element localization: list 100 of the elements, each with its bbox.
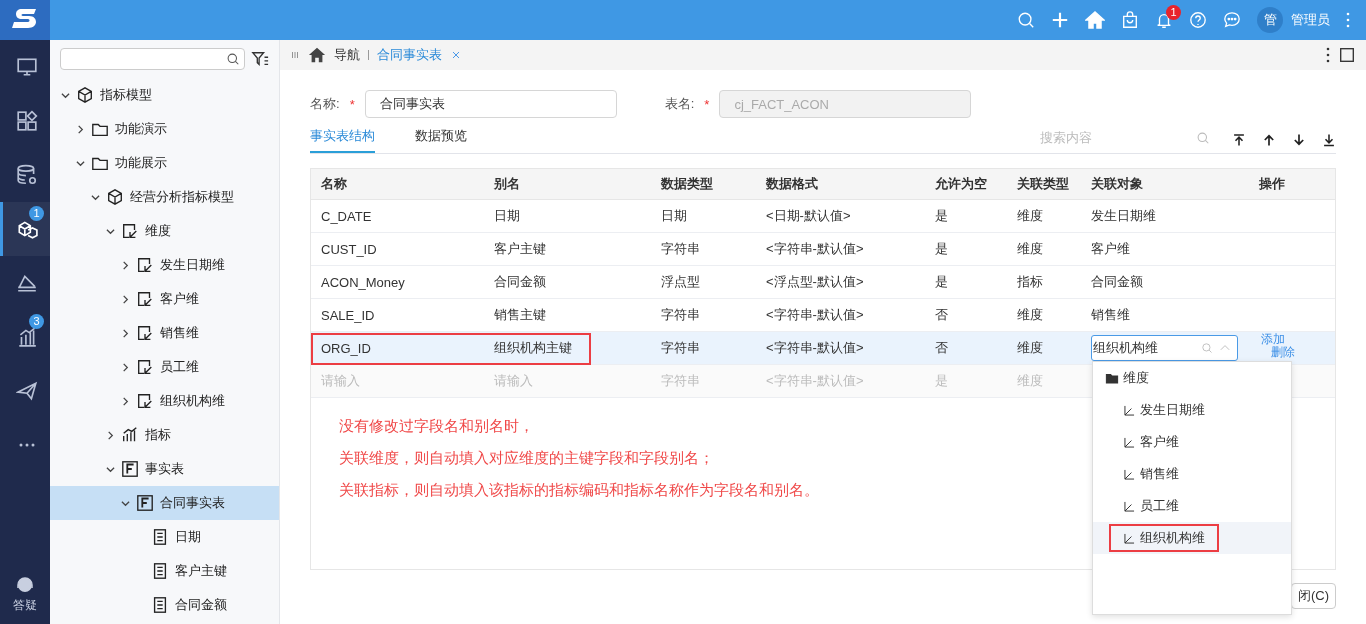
column-header: 名称 bbox=[320, 175, 348, 193]
search-icon bbox=[1196, 131, 1210, 145]
table-cell-text: 销售维 bbox=[1090, 306, 1131, 324]
tree-item[interactable]: 合同事实表 bbox=[50, 486, 279, 520]
plus-icon bbox=[1051, 11, 1069, 29]
table-cell-text: <浮点型-默认值> bbox=[765, 273, 865, 291]
tab[interactable]: 事实表结构 bbox=[310, 127, 375, 153]
annotation-text: 关联维度，则自动填入对应维度的主键字段和字段别名； bbox=[339, 448, 714, 468]
page-tab[interactable]: 合同事实表 bbox=[377, 46, 442, 64]
user-avatar[interactable]: 管 bbox=[1257, 7, 1283, 33]
tree-item[interactable]: 经营分析指标模型 bbox=[50, 180, 279, 214]
table-cell-text: <字符串-默认值> bbox=[765, 372, 865, 390]
tree-item[interactable]: 客户主键 bbox=[50, 554, 279, 588]
table-row[interactable]: CUST_ID 客户主键 字符串 <字符串-默认值> 是 维度 客户维 bbox=[311, 233, 1335, 266]
tree-label: 日期 bbox=[175, 528, 201, 546]
tree-label: 功能展示 bbox=[115, 154, 167, 172]
column-header: 别名 bbox=[493, 175, 521, 193]
maximize-icon bbox=[1338, 46, 1356, 64]
tree-item[interactable]: 事实表 bbox=[50, 452, 279, 486]
table-cell-text: 发生日期维 bbox=[1090, 207, 1157, 225]
search-icon bbox=[1017, 11, 1035, 29]
tree-label: 功能演示 bbox=[115, 120, 167, 138]
close-button[interactable]: 闭(C) bbox=[1290, 583, 1336, 609]
table-cell-text: 维度 bbox=[1016, 339, 1044, 357]
table-cell-text: 否 bbox=[934, 306, 949, 324]
cube-icon bbox=[76, 86, 94, 104]
search-icon bbox=[226, 52, 240, 66]
tree-label: 维度 bbox=[145, 222, 171, 240]
search-field[interactable] bbox=[60, 48, 245, 70]
table-cell-text: ACON_Money bbox=[320, 274, 406, 290]
shopping-bag-icon bbox=[1121, 11, 1139, 29]
move-top-icon bbox=[1232, 133, 1246, 147]
count-badge: 3 bbox=[29, 314, 44, 329]
table-cell-text: 字符串 bbox=[660, 240, 701, 258]
required-mark: * bbox=[349, 96, 355, 112]
move-bottom-icon bbox=[1322, 133, 1336, 147]
tree-label: 员工维 bbox=[160, 358, 199, 376]
column-header: 关联类型 bbox=[1016, 175, 1070, 193]
table-cell-text: <字符串-默认值> bbox=[765, 339, 865, 357]
tree-label: 指标 bbox=[145, 426, 171, 444]
table-row[interactable]: ORG_ID 组织机构主键 字符串 <字符串-默认值> 否 维度 组织机构维 添加 删除 bbox=[311, 332, 1335, 365]
tree-item[interactable]: 指标模型 bbox=[50, 78, 279, 112]
tree-item[interactable]: 日期 bbox=[50, 520, 279, 554]
dropdown-item[interactable]: 客户维 bbox=[1093, 426, 1291, 458]
nav-link[interactable]: 导航 bbox=[334, 46, 360, 64]
count-badge: 1 bbox=[29, 206, 44, 221]
tree-item[interactable]: 组织机构维 bbox=[50, 384, 279, 418]
chevron-right-icon bbox=[120, 396, 130, 406]
name-field[interactable]: 合同事实表 bbox=[364, 90, 617, 118]
help-label[interactable]: 答疑 bbox=[13, 597, 37, 614]
annotation-text: 没有修改过字段名和别名时， bbox=[339, 416, 534, 436]
dimension-icon bbox=[136, 358, 154, 376]
tree-item[interactable]: 员工维 bbox=[50, 350, 279, 384]
cube-icon bbox=[106, 188, 124, 206]
more-vertical-icon[interactable] bbox=[1326, 47, 1330, 63]
tree-label: 发生日期维 bbox=[160, 256, 225, 274]
table-row[interactable]: ACON_Money 合同金额 浮点型 <浮点型-默认值> 是 指标 合同金额 bbox=[311, 266, 1335, 299]
dimension-icon bbox=[1123, 403, 1136, 417]
metric-icon bbox=[121, 426, 139, 444]
dropdown-item[interactable]: 员工维 bbox=[1093, 490, 1291, 522]
dimension-icon bbox=[136, 290, 154, 308]
tree-item[interactable]: 客户维 bbox=[50, 282, 279, 316]
tree-item[interactable]: 发生日期维 bbox=[50, 248, 279, 282]
tree-item[interactable]: 合同金额 bbox=[50, 588, 279, 622]
table-cell-text: 客户主键 bbox=[493, 240, 547, 258]
table-cell-text: 合同金额 bbox=[1090, 273, 1144, 291]
table-cell-text: 销售主键 bbox=[493, 306, 547, 324]
dimension-icon bbox=[1123, 531, 1136, 545]
table-cell-text: 否 bbox=[934, 339, 949, 357]
arrow-up-icon bbox=[1262, 133, 1276, 147]
table-cell-text: 是 bbox=[934, 372, 949, 390]
related-object-combobox[interactable]: 组织机构维 bbox=[1091, 335, 1238, 361]
table-cell-text: SALE_ID bbox=[320, 307, 376, 323]
tree-label: 指标模型 bbox=[100, 86, 152, 104]
dimension-icon bbox=[1123, 435, 1136, 449]
tree-label: 合同金额 bbox=[175, 596, 227, 614]
table-cell-text: 维度 bbox=[1016, 372, 1044, 390]
close-icon bbox=[450, 49, 462, 61]
dropdown-item[interactable]: 销售维 bbox=[1093, 458, 1291, 490]
table-cell-text: 指标 bbox=[1016, 273, 1044, 291]
tree-item[interactable]: 功能展示 bbox=[50, 146, 279, 180]
column-header: 操作 bbox=[1258, 175, 1286, 193]
tree-item[interactable]: 指标 bbox=[50, 418, 279, 452]
table-cell-text: 维度 bbox=[1016, 306, 1044, 324]
home-icon bbox=[1085, 10, 1105, 30]
tab[interactable]: 数据预览 bbox=[415, 127, 467, 153]
dimension-icon bbox=[136, 256, 154, 274]
database-gear-icon bbox=[15, 164, 38, 186]
dimension-icon bbox=[136, 392, 154, 410]
tree-item[interactable]: 销售维 bbox=[50, 316, 279, 350]
column-header: 数据格式 bbox=[765, 175, 819, 193]
tree-item[interactable]: 功能演示 bbox=[50, 112, 279, 146]
tree-item[interactable]: 维度 bbox=[50, 214, 279, 248]
table-cell-text: 是 bbox=[934, 273, 949, 291]
column-header: 数据类型 bbox=[660, 175, 714, 193]
table-cell-text: 维度 bbox=[1016, 240, 1044, 258]
table-row[interactable]: C_DATE 日期 日期 <日期-默认值> 是 维度 发生日期维 bbox=[311, 200, 1335, 233]
column-header: 允许为空 bbox=[934, 175, 988, 193]
monitor-icon bbox=[15, 56, 38, 78]
required-mark: * bbox=[704, 96, 710, 112]
